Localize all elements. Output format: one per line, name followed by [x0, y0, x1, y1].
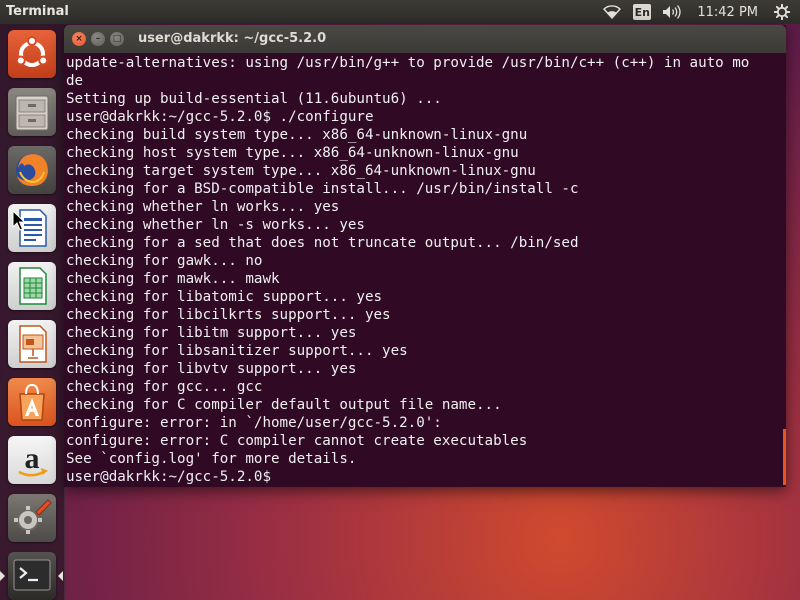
terminal-line: checking whether ln -s works... yes: [66, 217, 365, 233]
libreoffice-calc-icon[interactable]: [8, 262, 56, 310]
terminal-line: checking build system type... x86_64-unk…: [66, 127, 528, 143]
terminal-line: user@dakrkk:~/gcc-5.2.0$ ./configure: [66, 109, 374, 125]
running-app-indicator: [0, 571, 5, 581]
volume-icon[interactable]: [659, 0, 685, 24]
terminal-line: checking for a BSD-compatible install...…: [66, 181, 579, 197]
terminal-line: checking for mawk... mawk: [66, 271, 280, 287]
terminal-line: de: [66, 73, 84, 89]
terminal-icon[interactable]: [8, 552, 56, 600]
system-settings-icon[interactable]: [8, 494, 56, 542]
files-icon[interactable]: [8, 88, 56, 136]
svg-text:a: a: [25, 442, 40, 475]
terminal-line: See `config.log' for more details.: [66, 451, 357, 467]
power-settings-icon[interactable]: [770, 0, 794, 24]
terminal-line: checking target system type... x86_64-un…: [66, 163, 536, 179]
terminal-line: checking for libsanitizer support... yes: [66, 343, 408, 359]
scroll-position-indicator[interactable]: [783, 429, 786, 485]
terminal-line: user@dakrkk:~/gcc-5.2.0$: [66, 469, 271, 484]
terminal-line: checking for C compiler default output f…: [66, 397, 502, 413]
top-panel: Terminal En 11:42 PM: [0, 0, 800, 24]
close-button[interactable]: ×: [72, 32, 86, 46]
terminal-line: checking for a sed that does not truncat…: [66, 235, 579, 251]
launcher: a: [0, 24, 65, 600]
window-title: user@dakrkk: ~/gcc-5.2.0: [138, 31, 327, 46]
terminal-line: checking whether ln works... yes: [66, 199, 340, 215]
wifi-icon[interactable]: [597, 0, 627, 24]
window-title-bar[interactable]: × – □ user@dakrkk: ~/gcc-5.2.0: [64, 25, 786, 53]
terminal-line: checking for libcilkrts support... yes: [66, 307, 391, 323]
software-center-icon[interactable]: [8, 378, 56, 426]
terminal-line: checking for gcc... gcc: [66, 379, 263, 395]
active-app-title: Terminal: [6, 4, 69, 19]
terminal-line: configure: error: in `/home/user/gcc-5.2…: [66, 415, 442, 431]
terminal-line: configure: error: C compiler cannot crea…: [66, 433, 528, 449]
keyboard-language-indicator[interactable]: En: [633, 4, 652, 20]
terminal-line: checking for gawk... no: [66, 253, 263, 269]
terminal-output[interactable]: update-alternatives: using /usr/bin/g++ …: [66, 54, 776, 484]
terminal-line: checking for libitm support... yes: [66, 325, 357, 341]
focused-app-indicator: [58, 571, 63, 581]
libreoffice-impress-icon[interactable]: [8, 320, 56, 368]
indicator-area: En 11:42 PM: [597, 0, 800, 24]
clock[interactable]: 11:42 PM: [697, 0, 758, 24]
ubuntu-dash-icon[interactable]: [8, 30, 56, 78]
terminal-line: update-alternatives: using /usr/bin/g++ …: [66, 55, 750, 71]
amazon-icon[interactable]: a: [8, 436, 56, 484]
terminal-line: checking for libvtv support... yes: [66, 361, 357, 377]
terminal-line: Setting up build-essential (11.6ubuntu6)…: [66, 91, 442, 107]
terminal-line: checking host system type... x86_64-unkn…: [66, 145, 519, 161]
minimize-button[interactable]: –: [91, 32, 105, 46]
terminal-window[interactable]: × – □ user@dakrkk: ~/gcc-5.2.0 update-al…: [64, 25, 786, 487]
mouse-pointer-icon: [12, 210, 26, 231]
firefox-icon[interactable]: [8, 146, 56, 194]
terminal-line: checking for libatomic support... yes: [66, 289, 383, 305]
maximize-button[interactable]: □: [110, 32, 124, 46]
